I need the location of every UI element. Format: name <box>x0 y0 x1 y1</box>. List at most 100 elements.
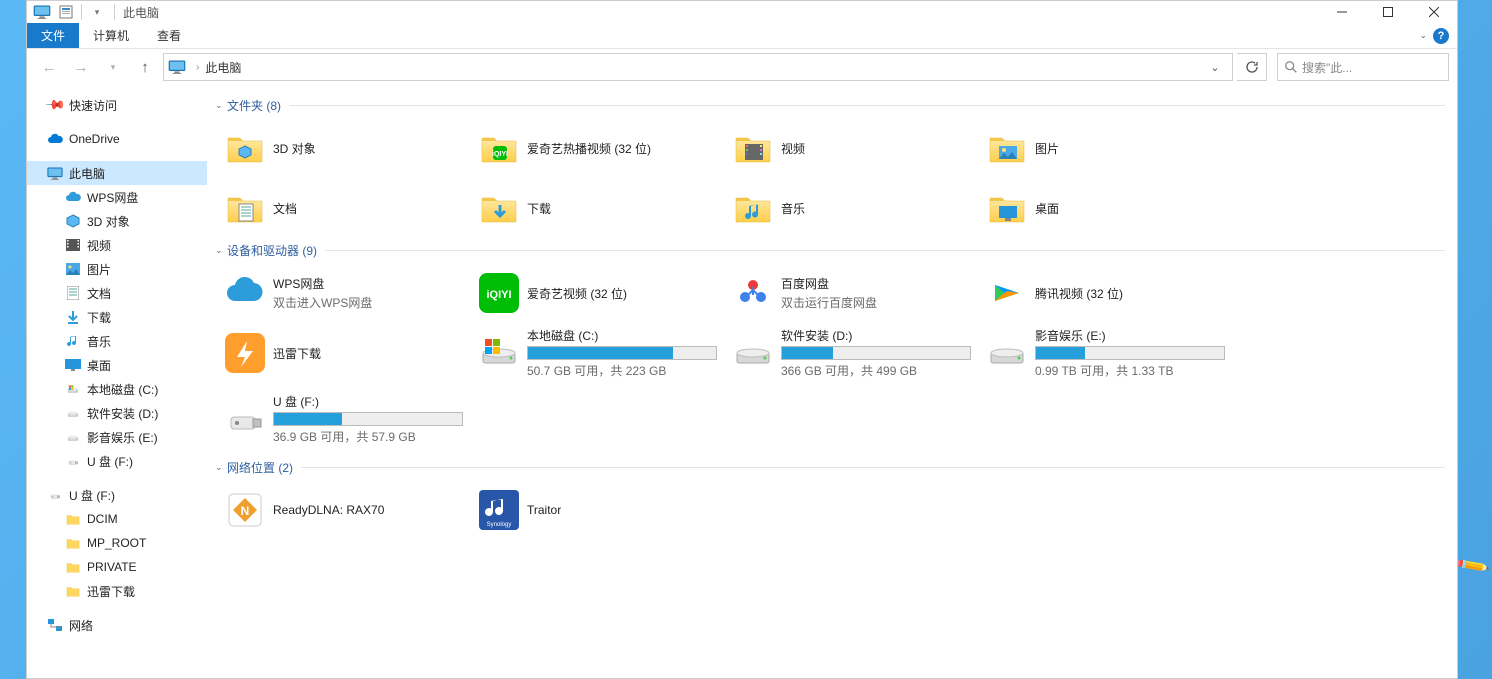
address-bar[interactable]: › 此电脑 ⌄ <box>163 53 1233 81</box>
close-button[interactable] <box>1411 1 1457 23</box>
sidebar-item-mp-root[interactable]: MP_ROOT <box>27 531 207 555</box>
drive-usage-bar <box>1035 346 1225 360</box>
search-input[interactable]: 搜索"此... <box>1277 53 1449 81</box>
nav-up-button[interactable]: ↑ <box>131 53 159 81</box>
folder-documents[interactable]: 文档 <box>223 180 477 236</box>
ribbon-tabs: 文件 计算机 查看 ⌄ ? <box>27 23 1457 49</box>
drive-icon <box>731 329 775 373</box>
chevron-down-icon: ⌄ <box>215 245 227 256</box>
maximize-button[interactable] <box>1365 1 1411 23</box>
item-label: 桌面 <box>1035 200 1059 217</box>
sidebar-item-onedrive[interactable]: OneDrive <box>27 127 207 151</box>
sidebar-item-music[interactable]: 音乐 <box>27 329 207 353</box>
drive-icon <box>985 329 1029 373</box>
sidebar-item-drive-d[interactable]: 软件安装 (D:) <box>27 401 207 425</box>
sidebar-label: MP_ROOT <box>87 536 146 550</box>
group-header-folders[interactable]: ⌄ 文件夹 (8) <box>207 93 1445 118</box>
dlna-icon: N <box>223 488 267 532</box>
qat-dropdown-icon[interactable]: ▾ <box>86 2 108 22</box>
tab-file[interactable]: 文件 <box>27 23 79 48</box>
qat-properties-icon[interactable] <box>55 2 77 22</box>
device-xunlei[interactable]: 迅雷下载 <box>223 325 477 381</box>
sidebar-item-wps[interactable]: WPS网盘 <box>27 185 207 209</box>
device-wps[interactable]: WPS网盘双击进入WPS网盘 <box>223 265 477 321</box>
folder-videos[interactable]: 视频 <box>731 120 985 176</box>
item-subtitle: 双击进入WPS网盘 <box>273 294 372 311</box>
sidebar-item-network[interactable]: 网络 <box>27 613 207 637</box>
help-button[interactable]: ? <box>1433 28 1449 44</box>
tab-computer[interactable]: 计算机 <box>79 23 143 48</box>
device-baidu[interactable]: 百度网盘双击运行百度网盘 <box>731 265 985 321</box>
drive-icon <box>65 429 81 445</box>
sidebar-item-private[interactable]: PRIVATE <box>27 555 207 579</box>
sidebar-item-desktop[interactable]: 桌面 <box>27 353 207 377</box>
sidebar-label: 软件安装 (D:) <box>87 405 158 422</box>
minimize-button[interactable] <box>1319 1 1365 23</box>
nav-forward-button[interactable]: → <box>67 53 95 81</box>
star-icon: 📌 <box>47 97 63 113</box>
wps-icon <box>223 271 267 315</box>
device-drive-d[interactable]: 软件安装 (D:) 366 GB 可用，共 499 GB <box>731 325 985 387</box>
item-label: 3D 对象 <box>273 140 316 157</box>
tab-view[interactable]: 查看 <box>143 23 195 48</box>
sidebar-item-downloads[interactable]: 下载 <box>27 305 207 329</box>
group-title: 设备和驱动器 (9) <box>227 242 317 259</box>
folder-icon <box>985 126 1029 170</box>
nav-back-button[interactable]: ← <box>35 53 63 81</box>
pencil-decoration: ✏️ <box>1454 547 1491 584</box>
item-label: 下载 <box>527 200 551 217</box>
folder-pictures[interactable]: 图片 <box>985 120 1239 176</box>
sidebar-item-pictures[interactable]: 图片 <box>27 257 207 281</box>
sidebar-label: 本地磁盘 (C:) <box>87 381 158 398</box>
sidebar-item-quick-access[interactable]: 📌 快速访问 <box>27 93 207 117</box>
sidebar-item-drive-c[interactable]: 本地磁盘 (C:) <box>27 377 207 401</box>
device-drive-c[interactable]: 本地磁盘 (C:) 50.7 GB 可用，共 223 GB <box>477 325 731 387</box>
device-tencent[interactable]: 腾讯视频 (32 位) <box>985 265 1239 321</box>
address-dropdown-icon[interactable]: ⌄ <box>1202 54 1228 80</box>
netloc-readydlna[interactable]: N ReadyDLNA: RAX70 <box>223 482 477 538</box>
svg-text:iQIYI: iQIYI <box>492 151 508 158</box>
folder-iqiyi-hot[interactable]: iQIYI 爱奇艺热播视频 (32 位) <box>477 120 731 176</box>
item-label: 图片 <box>1035 140 1059 157</box>
sidebar-item-this-pc[interactable]: 此电脑 <box>27 161 207 185</box>
drive-usage-bar <box>273 412 463 426</box>
music-icon <box>65 333 81 349</box>
item-subtitle: 双击运行百度网盘 <box>781 294 877 311</box>
search-placeholder: 搜索"此... <box>1302 59 1352 76</box>
titlebar: ▾ 此电脑 <box>27 1 1457 23</box>
group-header-network[interactable]: ⌄ 网络位置 (2) <box>207 455 1445 480</box>
sidebar-item-documents[interactable]: 文档 <box>27 281 207 305</box>
pc-icon <box>47 165 63 181</box>
folder-music[interactable]: 音乐 <box>731 180 985 236</box>
folder-3d-objects[interactable]: 3D 对象 <box>223 120 477 176</box>
folder-downloads[interactable]: 下载 <box>477 180 731 236</box>
device-iqiyi[interactable]: iQIYI 爱奇艺视频 (32 位) <box>477 265 731 321</box>
sidebar-item-drive-e[interactable]: 影音娱乐 (E:) <box>27 425 207 449</box>
sidebar-label: 快速访问 <box>69 97 117 114</box>
pictures-icon <box>65 261 81 277</box>
group-header-devices[interactable]: ⌄ 设备和驱动器 (9) <box>207 238 1445 263</box>
ribbon-expand-icon[interactable]: ⌄ <box>1419 30 1427 41</box>
documents-icon <box>65 285 81 301</box>
system-menu-icon[interactable] <box>31 2 53 22</box>
sidebar-item-3d-objects[interactable]: 3D 对象 <box>27 209 207 233</box>
drive-info: 50.7 GB 可用，共 223 GB <box>527 362 721 379</box>
device-drive-e[interactable]: 影音娱乐 (E:) 0.99 TB 可用，共 1.33 TB <box>985 325 1239 387</box>
sidebar-item-xunlei[interactable]: 迅雷下载 <box>27 579 207 603</box>
sidebar-item-drive-f[interactable]: U 盘 (F:) <box>27 449 207 473</box>
folder-icon <box>731 186 775 230</box>
sidebar-item-dcim[interactable]: DCIM <box>27 507 207 531</box>
folder-desktop[interactable]: 桌面 <box>985 180 1239 236</box>
item-label: 腾讯视频 (32 位) <box>1035 285 1123 302</box>
breadcrumb-this-pc[interactable]: 此电脑 <box>205 59 241 76</box>
sidebar-label: 影音娱乐 (E:) <box>87 429 158 446</box>
nav-recent-dropdown[interactable]: ▾ <box>99 53 127 81</box>
device-drive-f[interactable]: U 盘 (F:) 36.9 GB 可用，共 57.9 GB <box>223 391 477 453</box>
refresh-button[interactable] <box>1237 53 1267 81</box>
sidebar-item-videos[interactable]: 视频 <box>27 233 207 257</box>
sidebar-item-usb-f[interactable]: U 盘 (F:) <box>27 483 207 507</box>
breadcrumb-separator: › <box>196 62 199 73</box>
sidebar-label: U 盘 (F:) <box>87 453 133 470</box>
netloc-traitor[interactable]: Synology Traitor <box>477 482 731 538</box>
item-label: 软件安装 (D:) <box>781 327 975 344</box>
